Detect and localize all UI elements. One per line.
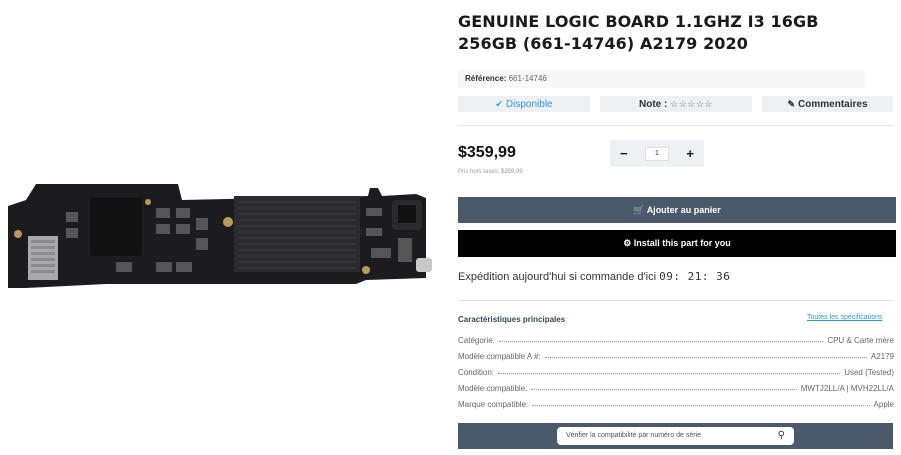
dotted-leader — [531, 389, 797, 390]
spec-row: Marque compatible: Apple — [458, 397, 894, 409]
spec-key: Marque compatible: — [458, 400, 529, 409]
spec-key: Modèle compatible A #: — [458, 352, 541, 361]
product-price: $359,99 — [458, 144, 516, 161]
comments-button[interactable]: ✎ Commentaires — [762, 96, 893, 112]
search-icon[interactable]: ⚲ — [778, 427, 785, 445]
gear-icon: ⚙ — [623, 238, 632, 248]
spec-key: Condition: — [458, 368, 495, 377]
pencil-icon: ✎ — [787, 99, 796, 109]
countdown-timer: 09: 21: 36 — [659, 270, 731, 283]
basket-icon: 🛒 — [633, 205, 645, 215]
rating-pill[interactable]: Note : ☆☆☆☆☆ — [600, 96, 752, 112]
install-service-button[interactable]: ⚙ Install this part for you — [458, 230, 896, 257]
rating-label: Note : — [639, 99, 668, 110]
divider — [458, 300, 893, 301]
dotted-leader — [532, 405, 870, 406]
add-to-cart-label: Ajouter au panier — [646, 205, 721, 215]
spec-value: A2179 — [870, 352, 894, 361]
shipping-text: Expédition aujourd'hui si commande d'ici — [458, 271, 657, 283]
specs-title: Caractéristiques principales — [458, 315, 566, 324]
divider — [458, 125, 893, 126]
check-circle-icon: ✔ — [495, 99, 503, 109]
spec-value: CPU & Carte mère — [827, 336, 894, 345]
quantity-decrease-button[interactable]: − — [620, 146, 628, 161]
reference-label: Référence: — [465, 74, 507, 83]
reference-bar: Référence: 661-14746 — [458, 70, 865, 88]
shipping-countdown: Expédition aujourd'hui si commande d'ici… — [458, 270, 730, 283]
star-rating[interactable]: ☆☆☆☆☆ — [670, 99, 713, 109]
spec-row: Condition: Used (Tested) — [458, 365, 894, 377]
spec-key: Modèle compatible: — [458, 384, 528, 393]
install-label: Install this part for you — [633, 238, 731, 248]
all-specs-link[interactable]: Toutes les spécifications — [807, 314, 882, 321]
spec-row: Catégorie: CPU & Carte mère — [458, 333, 894, 345]
spec-value: Used (Tested) — [844, 368, 894, 377]
quantity-stepper: − 1 + — [610, 140, 704, 167]
spec-row: Modèle compatible A #: A2179 — [458, 349, 894, 361]
product-title: GENUINE LOGIC BOARD 1.1GHZ I3 16GB 256GB… — [458, 12, 819, 53]
dotted-leader — [544, 357, 867, 358]
logic-board-photo — [8, 184, 432, 288]
product-image — [0, 0, 440, 455]
availability-badge: ✔ Disponible — [458, 96, 590, 112]
availability-label: Disponible — [505, 99, 553, 110]
comments-label: Commentaires — [798, 99, 868, 110]
quantity-increase-button[interactable]: + — [686, 146, 694, 161]
dotted-leader — [498, 341, 824, 342]
price-excl-tax: Prix hors taxes: $359,99 — [458, 169, 523, 175]
spec-row: Modèle compatible: MWTJ2LL/A | MVH22LL/A — [458, 381, 894, 393]
dotted-leader — [498, 373, 841, 374]
serial-check-input[interactable]: Vérifier la compatibilité par numéro de … — [557, 427, 794, 445]
reference-value: 661-14746 — [508, 74, 547, 83]
spec-value: Apple — [873, 400, 894, 409]
spec-key: Catégorie: — [458, 336, 495, 345]
quantity-input[interactable]: 1 — [645, 146, 669, 161]
serial-check-placeholder: Vérifier la compatibilité par numéro de … — [566, 432, 702, 439]
spec-value: MWTJ2LL/A | MVH22LL/A — [800, 384, 894, 393]
add-to-cart-button[interactable]: 🛒 Ajouter au panier — [458, 197, 896, 223]
